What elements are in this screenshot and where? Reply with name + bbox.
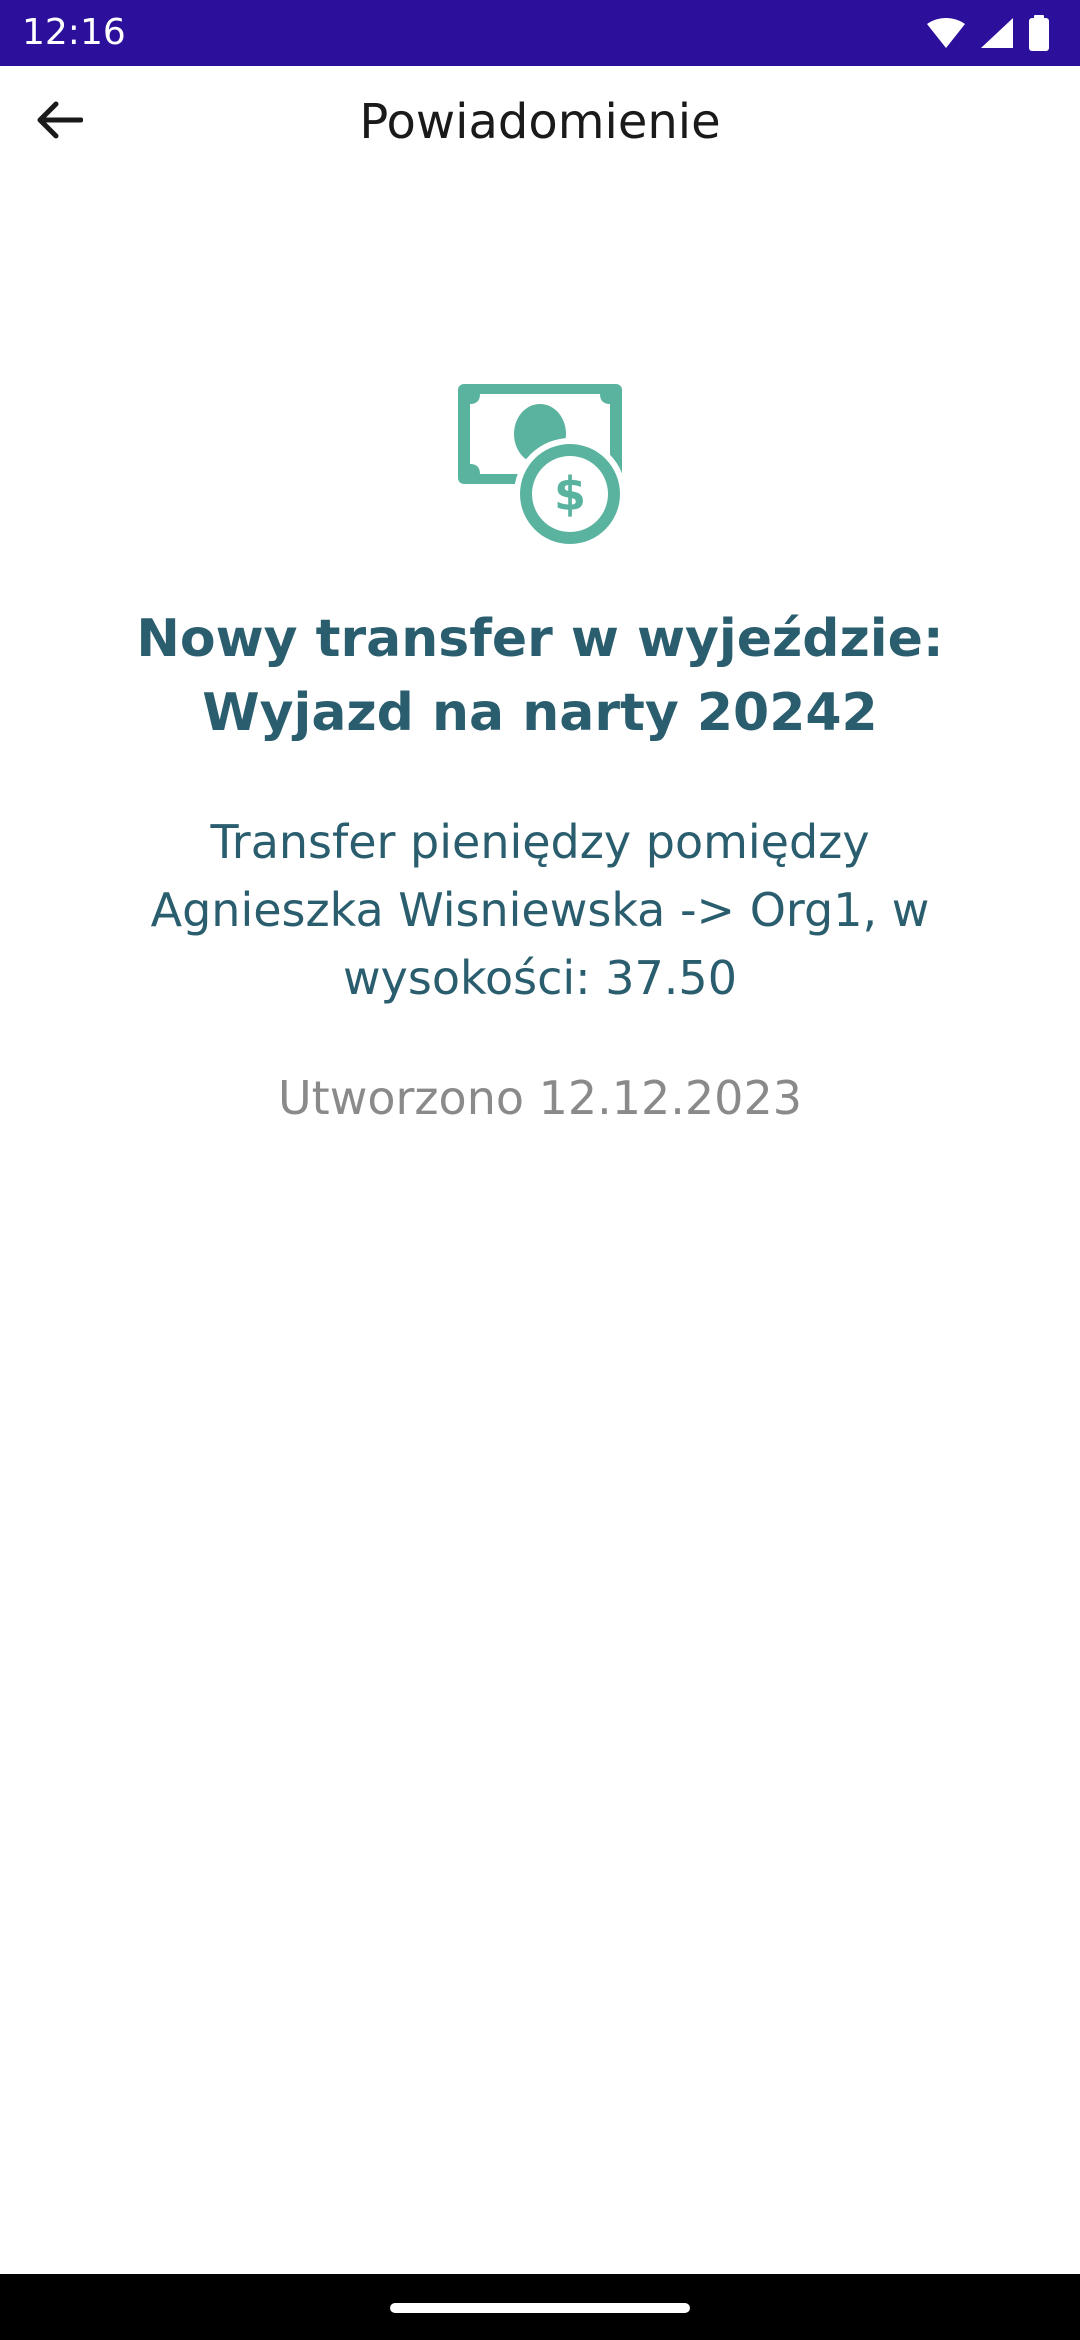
status-icons [926,14,1050,52]
status-time: 12:16 [22,12,126,53]
notification-created-date: Utworzono 12.12.2023 [278,1071,802,1125]
money-transfer-icon: $ [456,382,626,550]
svg-text:$: $ [554,467,586,521]
arrow-back-icon [37,101,84,143]
battery-icon [1028,15,1050,51]
notification-title: Nowy transfer w wyjeździe: Wyjazd na nar… [136,609,944,743]
home-gesture-handle[interactable] [390,2303,690,2313]
app-bar: Powiadomienie [0,66,1080,178]
page-title: Powiadomienie [359,94,721,150]
notification-body: Transfer pieniędzy pomiędzy Agnieszka Wi… [150,815,930,1005]
navigation-bar [0,2274,1080,2340]
wifi-icon [926,17,966,49]
signal-icon [980,17,1014,49]
status-bar: 12:16 [0,0,1080,66]
back-button[interactable] [28,90,92,154]
